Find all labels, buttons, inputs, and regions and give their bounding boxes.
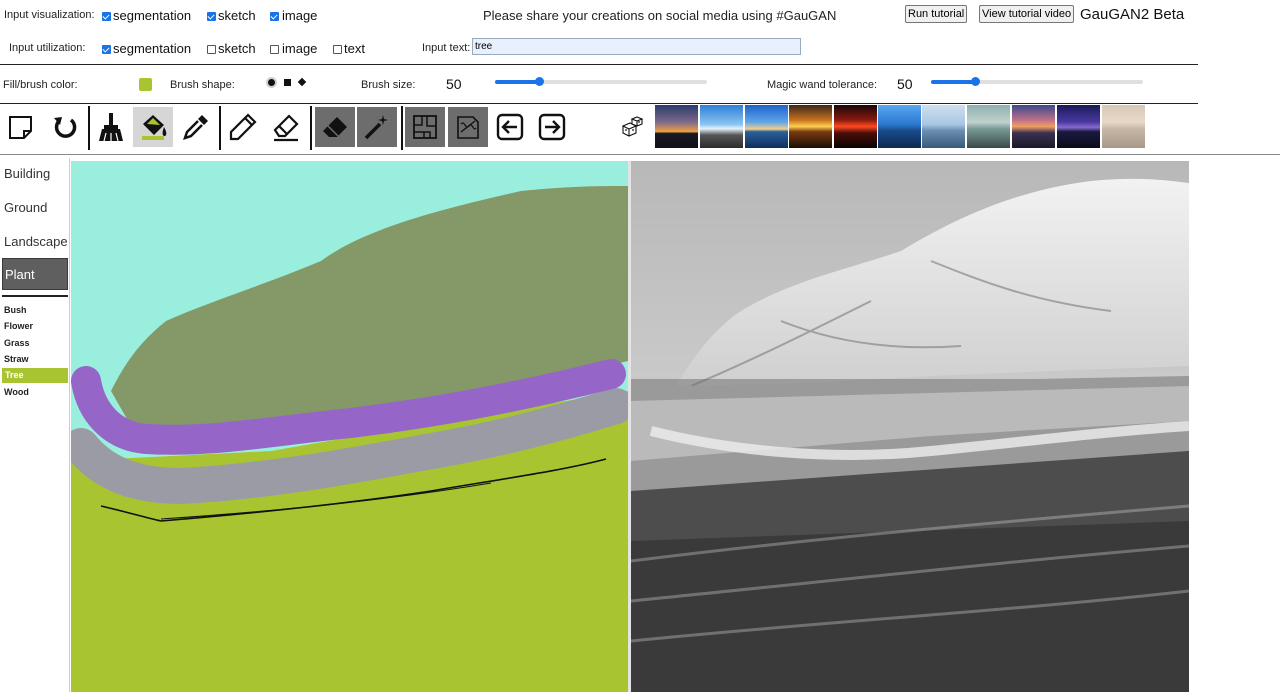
fill-color-label: Fill/brush color: <box>3 79 78 91</box>
sketch-eraser-icon <box>273 114 299 142</box>
panel-vertical-border <box>69 158 70 692</box>
subcategory-grass[interactable]: Grass <box>4 338 30 348</box>
pencil-button[interactable] <box>223 107 263 147</box>
style-thumbnail[interactable] <box>745 105 788 148</box>
util-segmentation-label: segmentation <box>113 41 192 56</box>
magic-wand-label: Magic wand tolerance: <box>767 79 878 91</box>
app-title: GauGAN2 Beta <box>1080 6 1185 23</box>
util-segmentation-checkbox[interactable] <box>102 45 111 54</box>
vis-image-label: image <box>282 8 318 23</box>
category-ground[interactable]: Ground <box>4 200 47 215</box>
input-text-field[interactable] <box>472 38 801 55</box>
brush-shape-square[interactable] <box>284 79 291 86</box>
eraser-button[interactable] <box>315 107 355 147</box>
subcategory-tree-label: Tree <box>5 370 24 380</box>
category-plant-label: Plant <box>5 267 35 282</box>
magic-wand-button[interactable] <box>357 107 397 147</box>
category-building[interactable]: Building <box>4 166 50 181</box>
magic-wand-icon <box>364 115 388 140</box>
brush-shape-label: Brush shape: <box>170 79 235 91</box>
sketch-eraser-button[interactable] <box>266 107 306 147</box>
segmentation-canvas[interactable] <box>71 161 628 692</box>
brush-size-slider[interactable] <box>495 77 707 86</box>
util-text-checkbox[interactable] <box>333 45 342 54</box>
paint-bucket-button[interactable] <box>133 107 173 147</box>
vis-segmentation-label: segmentation <box>113 8 192 23</box>
subcategory-straw[interactable]: Straw <box>4 354 29 364</box>
input-utilization-label: Input utilization: <box>9 42 86 54</box>
util-sketch-checkbox[interactable] <box>207 45 216 54</box>
category-plant-selected[interactable]: Plant <box>2 258 68 290</box>
magic-wand-value: 50 <box>897 76 913 92</box>
toolbar-separator <box>219 106 221 150</box>
brush-size-thumb[interactable] <box>535 77 544 86</box>
undo-button[interactable] <box>44 107 84 147</box>
broom-icon <box>99 113 123 142</box>
vis-sketch-checkbox[interactable] <box>207 12 216 21</box>
segmentation-map-icon <box>413 115 437 139</box>
run-tutorial-button[interactable]: Run tutorial <box>905 5 968 23</box>
toolbar-separator <box>401 106 403 150</box>
eyedropper-icon <box>183 115 208 140</box>
sketch-map-button[interactable] <box>448 107 488 147</box>
sketch-map-icon <box>457 116 479 139</box>
paint-bucket-icon <box>142 115 167 140</box>
input-text-label: Input text: <box>422 42 471 54</box>
subcategory-wood[interactable]: Wood <box>4 387 29 397</box>
style-thumbnail[interactable] <box>700 105 743 148</box>
view-tutorial-video-button[interactable]: View tutorial video <box>979 5 1075 23</box>
style-thumbnail[interactable] <box>1057 105 1100 148</box>
divider-top <box>0 64 1198 65</box>
next-button[interactable] <box>532 107 572 147</box>
eyedropper-button[interactable] <box>176 107 216 147</box>
new-canvas-button[interactable] <box>1 107 41 147</box>
share-banner: Please share your creations on social me… <box>483 8 837 23</box>
magic-wand-slider[interactable] <box>931 77 1143 86</box>
brush-shape-diamond[interactable] <box>297 77 307 87</box>
style-thumbnail[interactable] <box>789 105 832 148</box>
toolbar-separator <box>310 106 312 150</box>
input-visualization-label: Input visualization: <box>4 9 95 21</box>
magic-wand-thumb[interactable] <box>971 77 980 86</box>
vis-image-checkbox[interactable] <box>270 12 279 21</box>
fill-color-swatch[interactable] <box>139 78 152 91</box>
broom-button[interactable] <box>91 107 131 147</box>
arrow-right-icon <box>538 113 566 141</box>
eraser-icon <box>323 117 347 137</box>
segmentation-map-button[interactable] <box>405 107 445 147</box>
new-canvas-icon <box>9 116 32 139</box>
vis-segmentation-checkbox[interactable] <box>102 12 111 21</box>
random-dice-icon <box>621 116 644 137</box>
brush-size-label: Brush size: <box>361 79 416 91</box>
previous-button[interactable] <box>490 107 530 147</box>
generated-image <box>631 161 1189 692</box>
divider-bottom <box>0 154 1280 155</box>
style-thumbnail[interactable] <box>922 105 965 148</box>
toolbar-separator <box>88 106 90 150</box>
util-image-checkbox[interactable] <box>270 45 279 54</box>
divider-mid <box>0 103 1198 104</box>
style-thumbnail[interactable] <box>834 105 877 148</box>
style-thumbnail[interactable] <box>967 105 1010 148</box>
util-text-label: text <box>344 41 365 56</box>
subcategory-flower[interactable]: Flower <box>4 321 33 331</box>
random-style-button[interactable] <box>612 107 652 147</box>
style-thumbnail[interactable] <box>1012 105 1055 148</box>
subcategory-bush[interactable]: Bush <box>4 305 27 315</box>
category-landscape[interactable]: Landscape <box>4 234 68 249</box>
util-image-label: image <box>282 41 318 56</box>
pencil-icon <box>229 113 257 141</box>
subcategory-tree-selected[interactable]: Tree <box>2 368 68 383</box>
brush-size-value: 50 <box>446 76 462 92</box>
arrow-left-icon <box>496 113 524 141</box>
undo-icon <box>54 117 77 138</box>
style-thumbnail[interactable] <box>878 105 921 148</box>
util-sketch-label: sketch <box>218 41 256 56</box>
brush-shape-circle[interactable] <box>266 77 277 88</box>
category-divider <box>2 295 68 297</box>
style-thumbnail[interactable] <box>1102 105 1145 148</box>
vis-sketch-label: sketch <box>218 8 256 23</box>
style-thumbnail[interactable] <box>655 105 698 148</box>
